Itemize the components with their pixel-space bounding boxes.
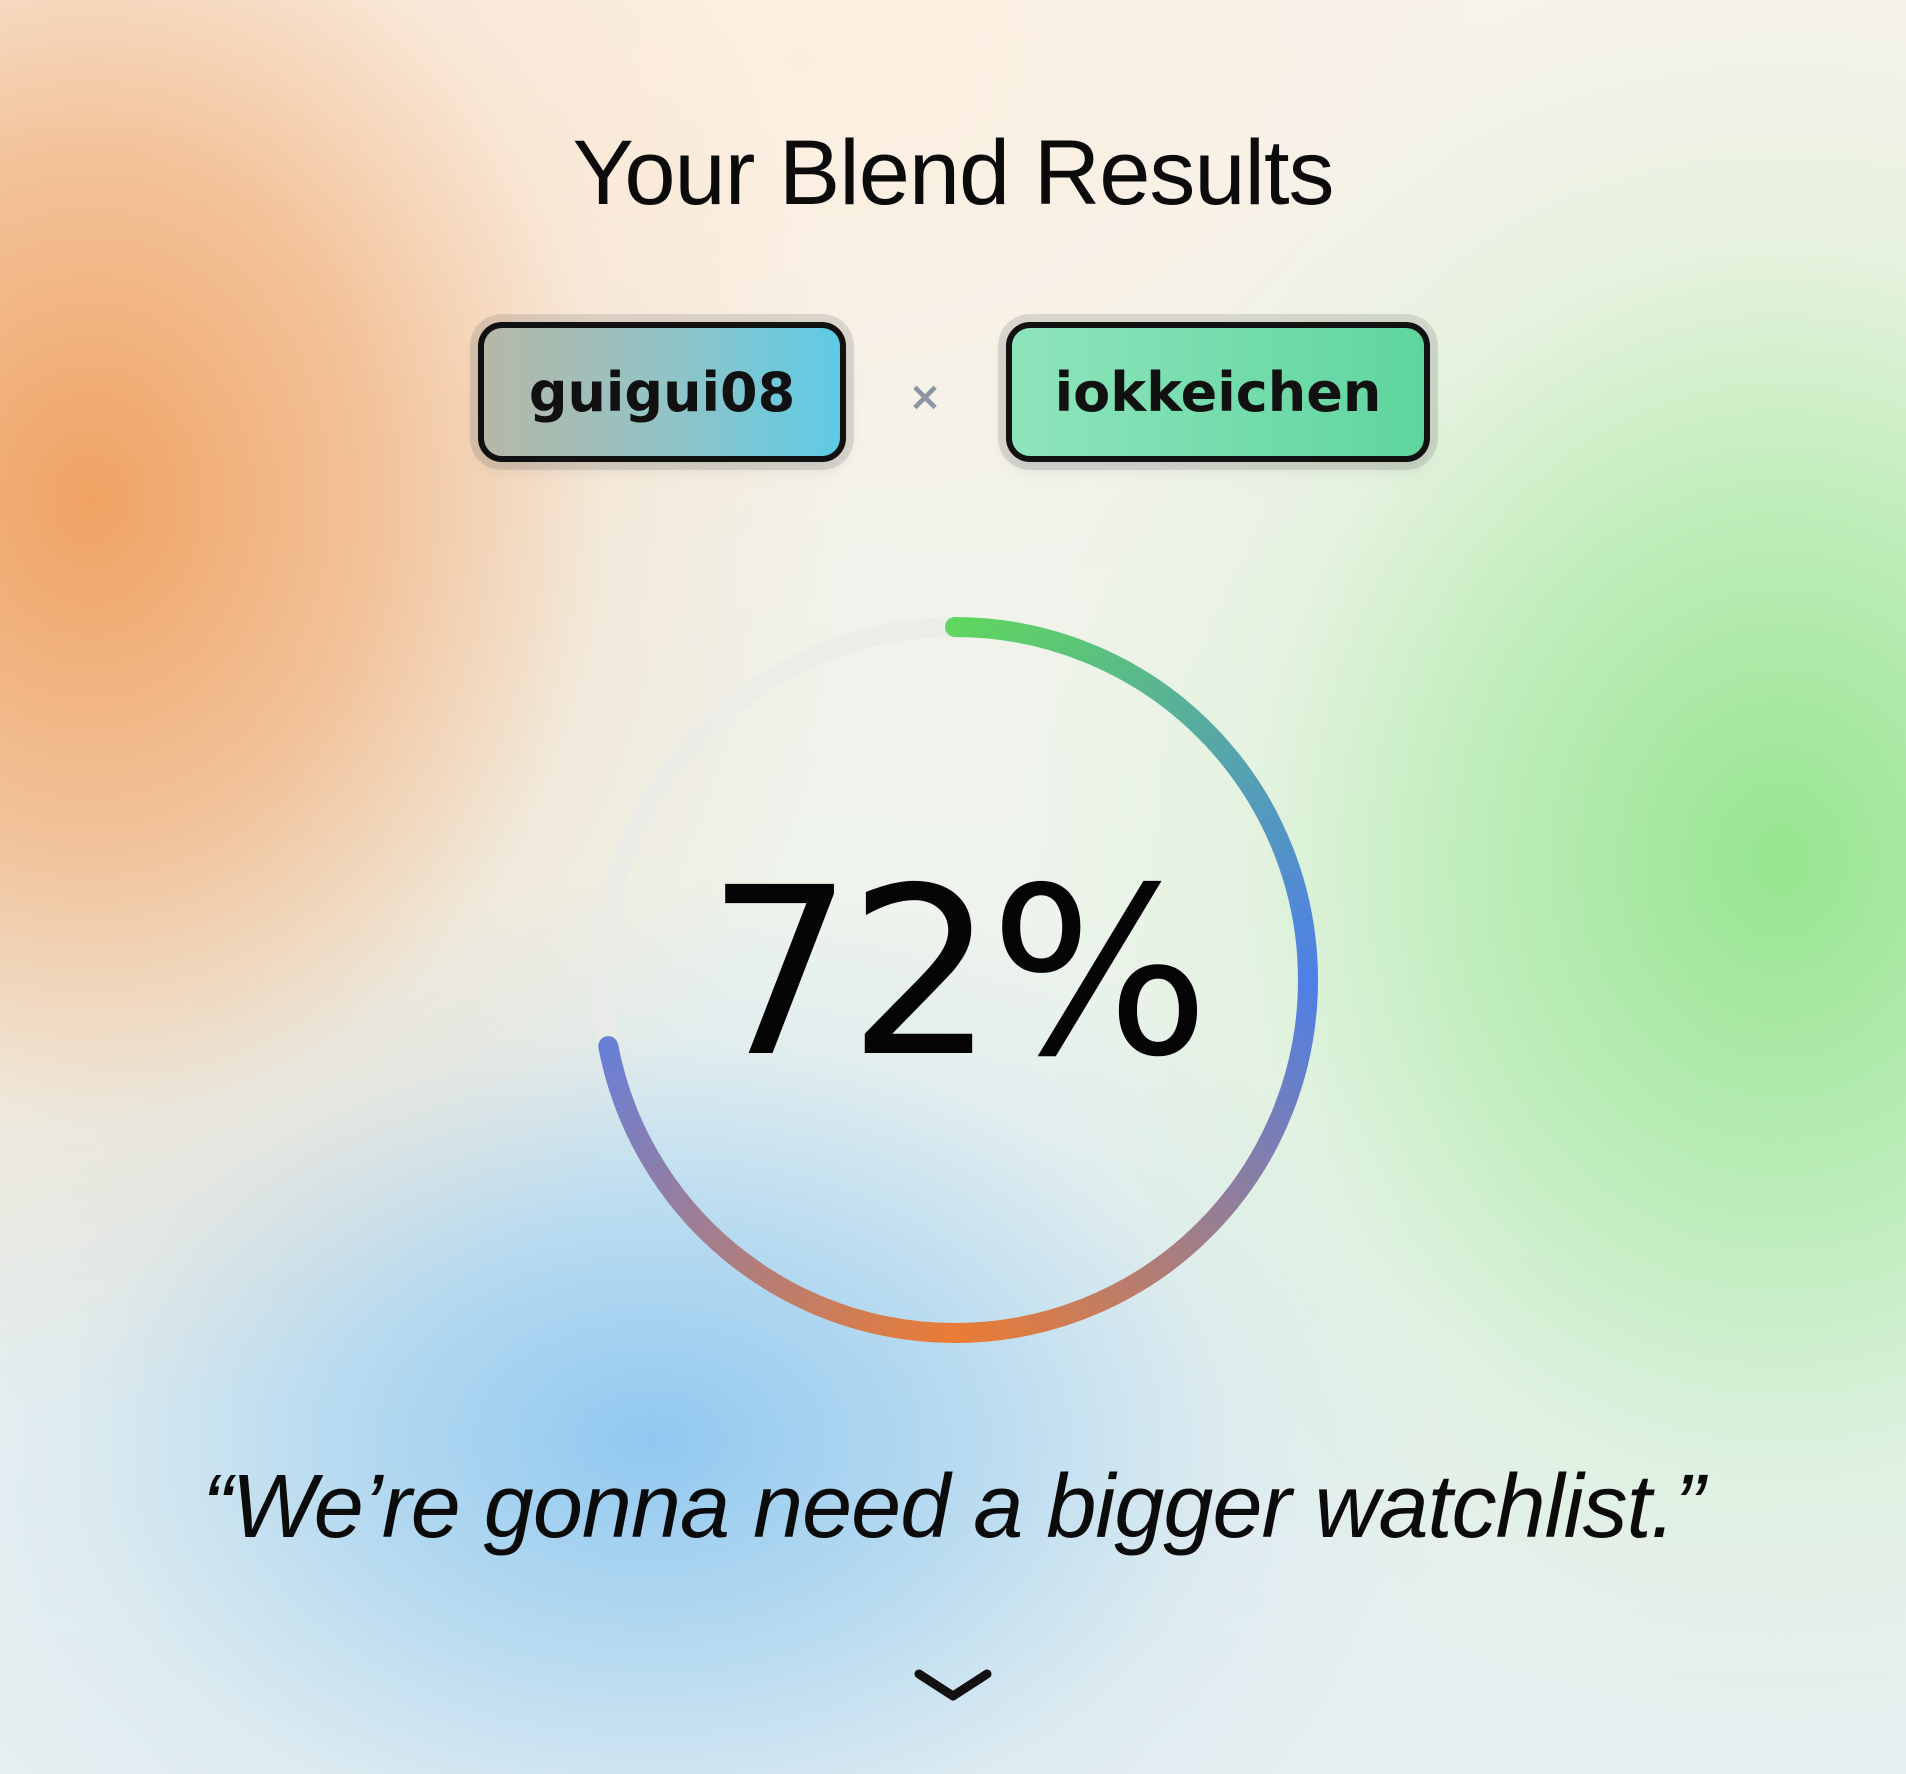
chevron-down-icon[interactable] xyxy=(913,1664,993,1714)
ring-cap-start xyxy=(945,617,965,637)
page-title: Your Blend Results xyxy=(572,122,1334,224)
user-chip-guigui08[interactable]: guigui08 xyxy=(478,322,846,462)
match-percent: 72% xyxy=(706,838,1210,1108)
blend-results-screen: Your Blend Results guigui08 × iokkeichen xyxy=(0,0,1906,1774)
user-chip-label: iokkeichen xyxy=(1054,360,1382,424)
user-chip-iokkeichen[interactable]: iokkeichen xyxy=(1006,322,1430,462)
times-separator: × xyxy=(908,374,942,420)
user-chip-label: guigui08 xyxy=(528,360,796,424)
blend-quote: “We’re gonna need a bigger watchlist.” xyxy=(202,1457,1704,1557)
